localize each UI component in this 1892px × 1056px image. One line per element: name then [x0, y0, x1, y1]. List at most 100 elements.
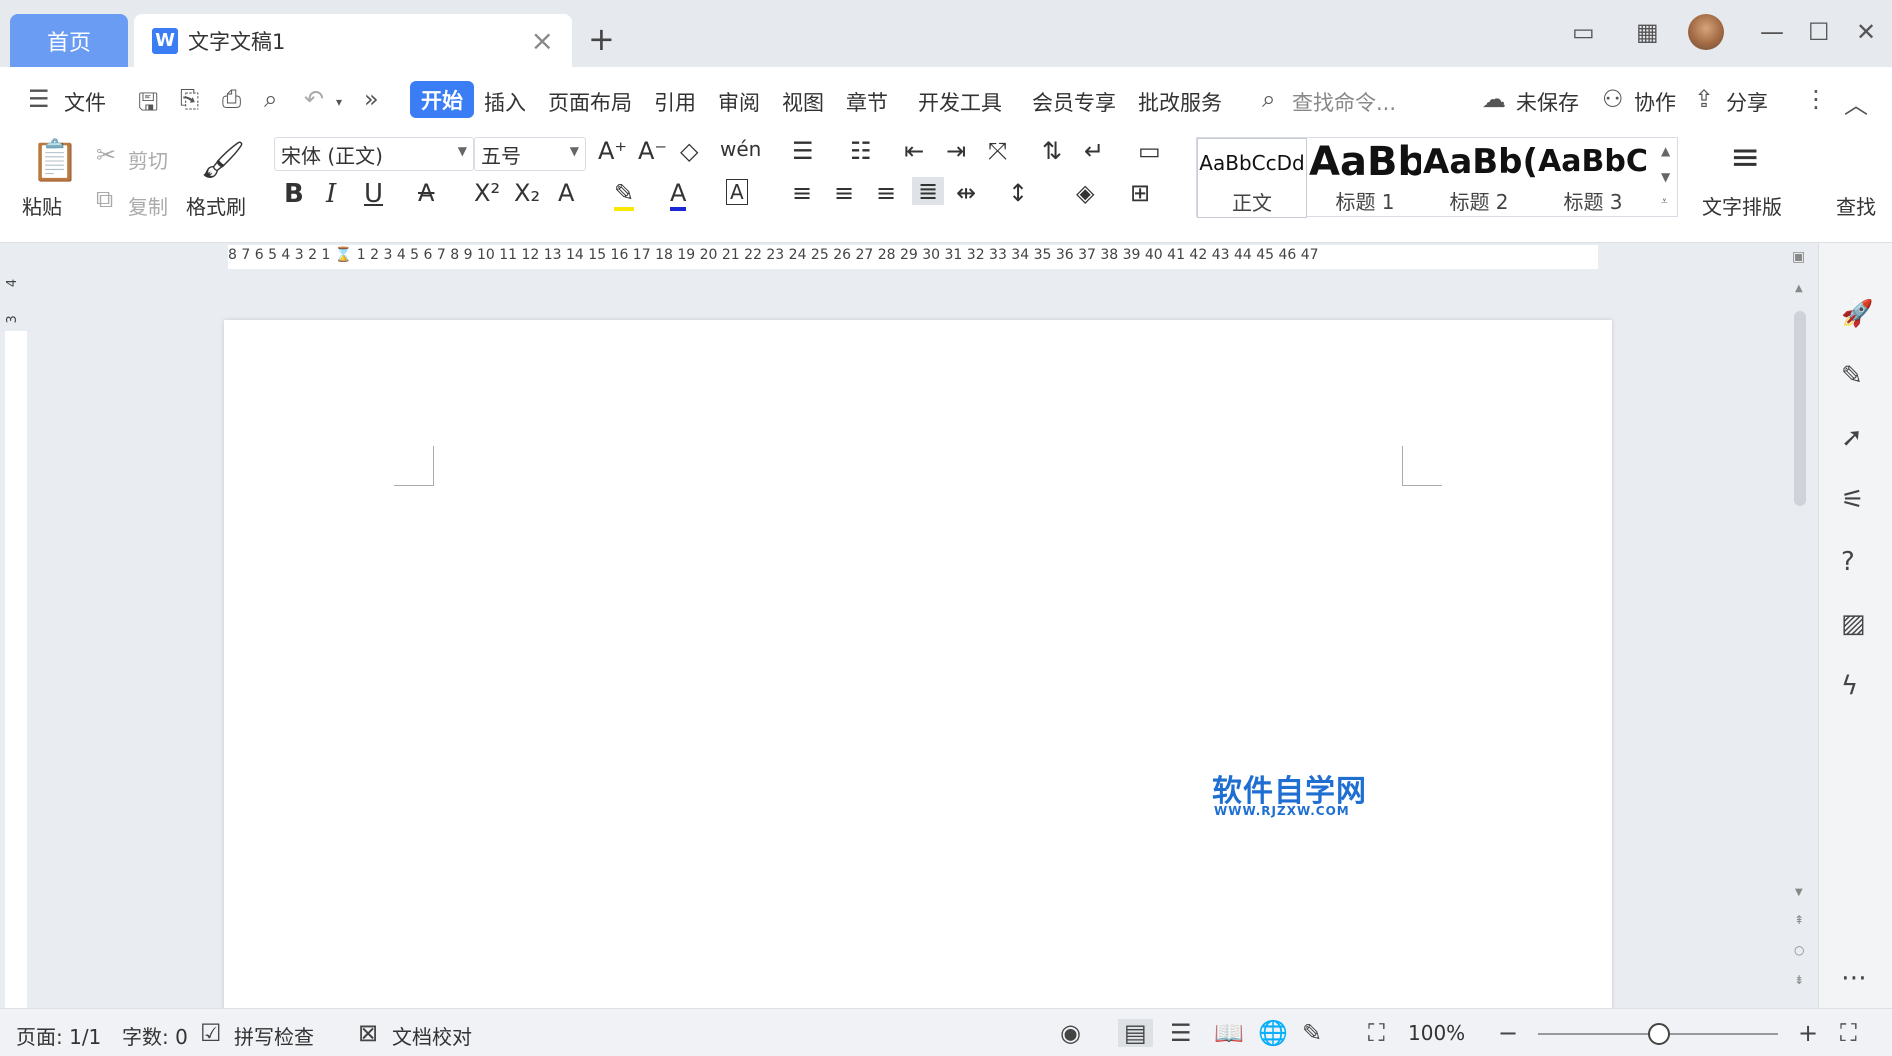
- tab-page-layout[interactable]: 页面布局: [548, 87, 632, 117]
- spellcheck-button[interactable]: 拼写检查: [234, 1021, 314, 1050]
- tab-correction[interactable]: 批改服务: [1138, 87, 1222, 117]
- shading-icon[interactable]: ◈: [1076, 179, 1094, 207]
- line-spacing-icon[interactable]: ↕: [1008, 179, 1028, 207]
- numbered-list-icon[interactable]: ☷: [850, 137, 872, 165]
- increase-indent-icon[interactable]: ⇥: [946, 137, 966, 165]
- more-quick-access-icon[interactable]: »: [364, 85, 379, 113]
- style-more-icon[interactable]: ⩡: [1661, 194, 1668, 209]
- align-left-icon[interactable]: ≡: [792, 179, 812, 207]
- document-page[interactable]: 软件自学网 WWW.RJZXW.COM: [224, 320, 1612, 1010]
- tab-insert[interactable]: 插入: [484, 87, 526, 117]
- split-view-icon[interactable]: ▣: [1792, 249, 1805, 265]
- justify-icon[interactable]: ≣: [912, 177, 945, 205]
- settings-sliders-icon[interactable]: ⚟: [1841, 485, 1864, 515]
- grid-apps-icon[interactable]: ▦: [1636, 18, 1659, 46]
- proofread-button[interactable]: 文档校对: [392, 1021, 472, 1050]
- next-page-icon[interactable]: ⇟: [1794, 973, 1804, 987]
- font-size-select[interactable]: 五号 ▼: [474, 137, 586, 171]
- new-tab-icon[interactable]: +: [588, 20, 615, 58]
- eye-protection-icon[interactable]: ◉: [1060, 1019, 1081, 1047]
- italic-icon[interactable]: I: [326, 179, 336, 209]
- style-heading-3[interactable]: AaBbC 标题 3: [1537, 138, 1649, 218]
- export-pdf-icon[interactable]: ⎘: [180, 85, 199, 113]
- bold-icon[interactable]: B: [284, 179, 304, 209]
- collaborate-button[interactable]: 协作: [1634, 87, 1676, 117]
- distribute-icon[interactable]: ⇹: [956, 179, 976, 207]
- print-preview-icon[interactable]: ⌕: [264, 85, 277, 113]
- align-right-icon[interactable]: ≡: [876, 179, 896, 207]
- unsaved-status[interactable]: 未保存: [1516, 87, 1579, 117]
- tab-document[interactable]: W 文字文稿1 ×: [134, 14, 572, 67]
- paste-button[interactable]: 粘贴: [22, 191, 62, 220]
- share-button[interactable]: 分享: [1726, 87, 1768, 117]
- scroll-thumb[interactable]: [1794, 311, 1806, 506]
- close-window-icon[interactable]: ✕: [1856, 18, 1876, 46]
- style-scroll-down-icon[interactable]: ▼: [1661, 170, 1670, 184]
- align-center-icon[interactable]: ≡: [834, 179, 854, 207]
- font-name-select[interactable]: 宋体 (正文) ▼: [274, 137, 474, 171]
- pen-icon[interactable]: ✎: [1841, 361, 1863, 391]
- text-layout-button[interactable]: 文字排版: [1702, 191, 1782, 220]
- tab-section[interactable]: 章节: [846, 87, 888, 117]
- tab-view[interactable]: 视图: [782, 87, 824, 117]
- chinese-layout-icon[interactable]: ⤧: [988, 137, 1007, 165]
- page-count[interactable]: 页面: 1/1: [16, 1021, 101, 1050]
- text-effect-icon[interactable]: A: [558, 179, 574, 207]
- lightning-icon[interactable]: ϟ: [1841, 671, 1858, 701]
- style-normal[interactable]: AaBbCcDd 正文: [1197, 138, 1307, 218]
- zoom-level[interactable]: 100%: [1408, 1021, 1465, 1045]
- write-mode-icon[interactable]: ✎: [1302, 1019, 1322, 1047]
- close-tab-icon[interactable]: ×: [531, 24, 554, 57]
- decrease-indent-icon[interactable]: ⇤: [904, 137, 924, 165]
- format-painter-icon[interactable]: 🖌: [200, 139, 246, 181]
- web-view-icon[interactable]: 🌐: [1258, 1019, 1288, 1047]
- save-icon[interactable]: 🖫: [138, 85, 158, 126]
- borders-icon[interactable]: ⊞: [1130, 179, 1150, 207]
- tab-references[interactable]: 引用: [654, 87, 696, 117]
- outline-view-icon[interactable]: ☰: [1170, 1019, 1192, 1047]
- decrease-font-icon[interactable]: A⁻: [638, 137, 667, 165]
- picture-icon[interactable]: ▨: [1841, 609, 1866, 639]
- scroll-up-icon[interactable]: ▲: [1795, 283, 1803, 294]
- zoom-slider-thumb[interactable]: [1648, 1023, 1670, 1045]
- paste-icon[interactable]: 📋: [30, 137, 80, 184]
- scroll-down-icon[interactable]: ▼: [1795, 887, 1803, 898]
- zoom-out-icon[interactable]: −: [1498, 1019, 1518, 1047]
- format-painter-button[interactable]: 格式刷: [186, 191, 246, 220]
- strikethrough-icon[interactable]: A: [418, 179, 434, 207]
- select-browse-icon[interactable]: ○: [1794, 943, 1804, 957]
- vertical-scrollbar[interactable]: ▣ ▲ ▼ ⇞ ○ ⇟: [1790, 243, 1810, 1008]
- find-button[interactable]: 查找: [1836, 191, 1876, 220]
- avatar[interactable]: [1688, 14, 1724, 50]
- cursor-select-icon[interactable]: ➚: [1841, 423, 1863, 453]
- undo-icon[interactable]: ↶: [304, 85, 324, 113]
- style-scroll-up-icon[interactable]: ▲: [1661, 144, 1670, 158]
- maximize-icon[interactable]: ☐: [1808, 18, 1830, 46]
- vertical-ruler[interactable]: 43211234567891011121314: [0, 273, 30, 1008]
- help-icon[interactable]: ?: [1841, 547, 1855, 577]
- tab-developer[interactable]: 开发工具: [918, 87, 1002, 117]
- show-marks-icon[interactable]: ↵: [1084, 137, 1104, 165]
- tab-start[interactable]: 开始: [410, 81, 474, 118]
- style-heading-1[interactable]: AaBb 标题 1: [1309, 138, 1421, 218]
- reading-view-icon[interactable]: 📖: [1214, 1019, 1244, 1047]
- collapse-ribbon-icon[interactable]: ︿: [1844, 85, 1868, 120]
- word-count[interactable]: 字数: 0: [122, 1021, 188, 1050]
- prev-page-icon[interactable]: ⇞: [1794, 913, 1804, 927]
- tab-member[interactable]: 会员专享: [1032, 87, 1116, 117]
- fit-page-icon[interactable]: ⛶: [1368, 1019, 1385, 1047]
- copy-button[interactable]: 复制: [128, 191, 168, 220]
- char-border-icon[interactable]: A: [726, 179, 748, 205]
- horizontal-ruler[interactable]: 8 7 6 5 4 3 2 1 ⌛ 1 2 3 4 5 6 7 8 9 10 1…: [0, 243, 1800, 273]
- highlight-icon[interactable]: ✎: [614, 179, 635, 211]
- more-dots-icon[interactable]: ⋯: [1841, 963, 1867, 993]
- zoom-in-icon[interactable]: +: [1798, 1019, 1818, 1047]
- subscript-icon[interactable]: X₂: [514, 179, 540, 207]
- tab-review[interactable]: 审阅: [718, 87, 760, 117]
- phonetic-guide-icon[interactable]: wén: [720, 137, 761, 161]
- undo-dropdown-icon[interactable]: ▾: [336, 95, 342, 109]
- minimize-icon[interactable]: —: [1760, 18, 1784, 46]
- menu-file[interactable]: 文件: [64, 87, 106, 117]
- more-options-icon[interactable]: ⋮: [1804, 85, 1828, 113]
- style-heading-2[interactable]: AaBb( 标题 2: [1423, 138, 1535, 218]
